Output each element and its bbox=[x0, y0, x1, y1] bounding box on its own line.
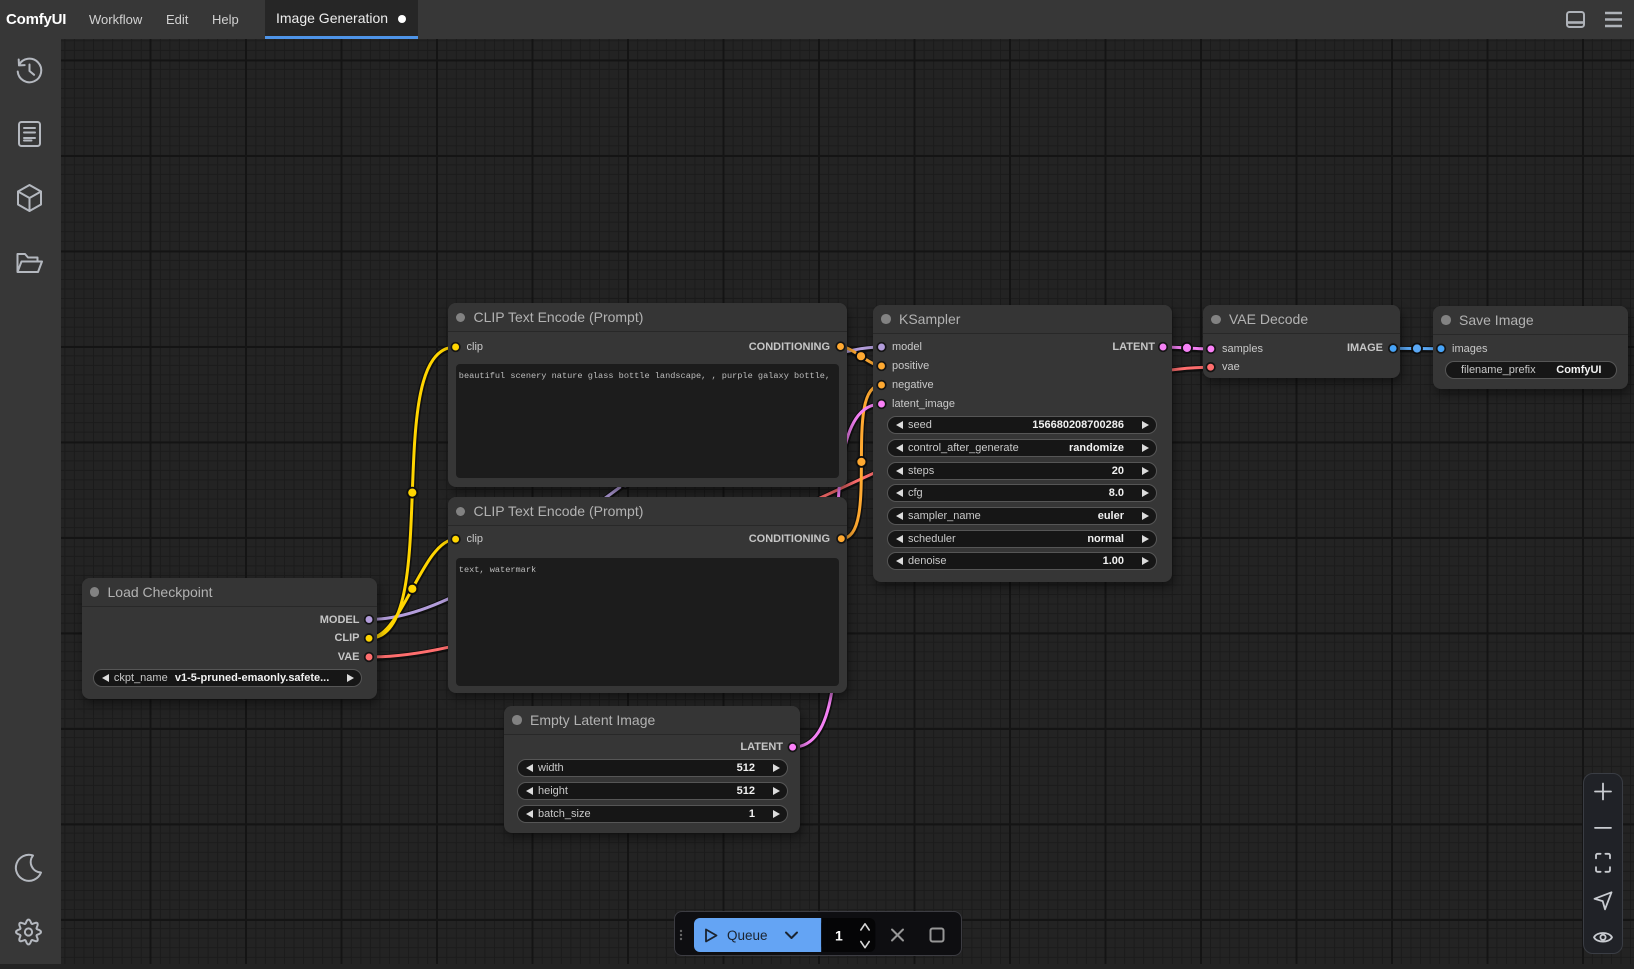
svg-text:1: 1 bbox=[835, 928, 843, 944]
svg-text:Queue: Queue bbox=[727, 928, 768, 943]
